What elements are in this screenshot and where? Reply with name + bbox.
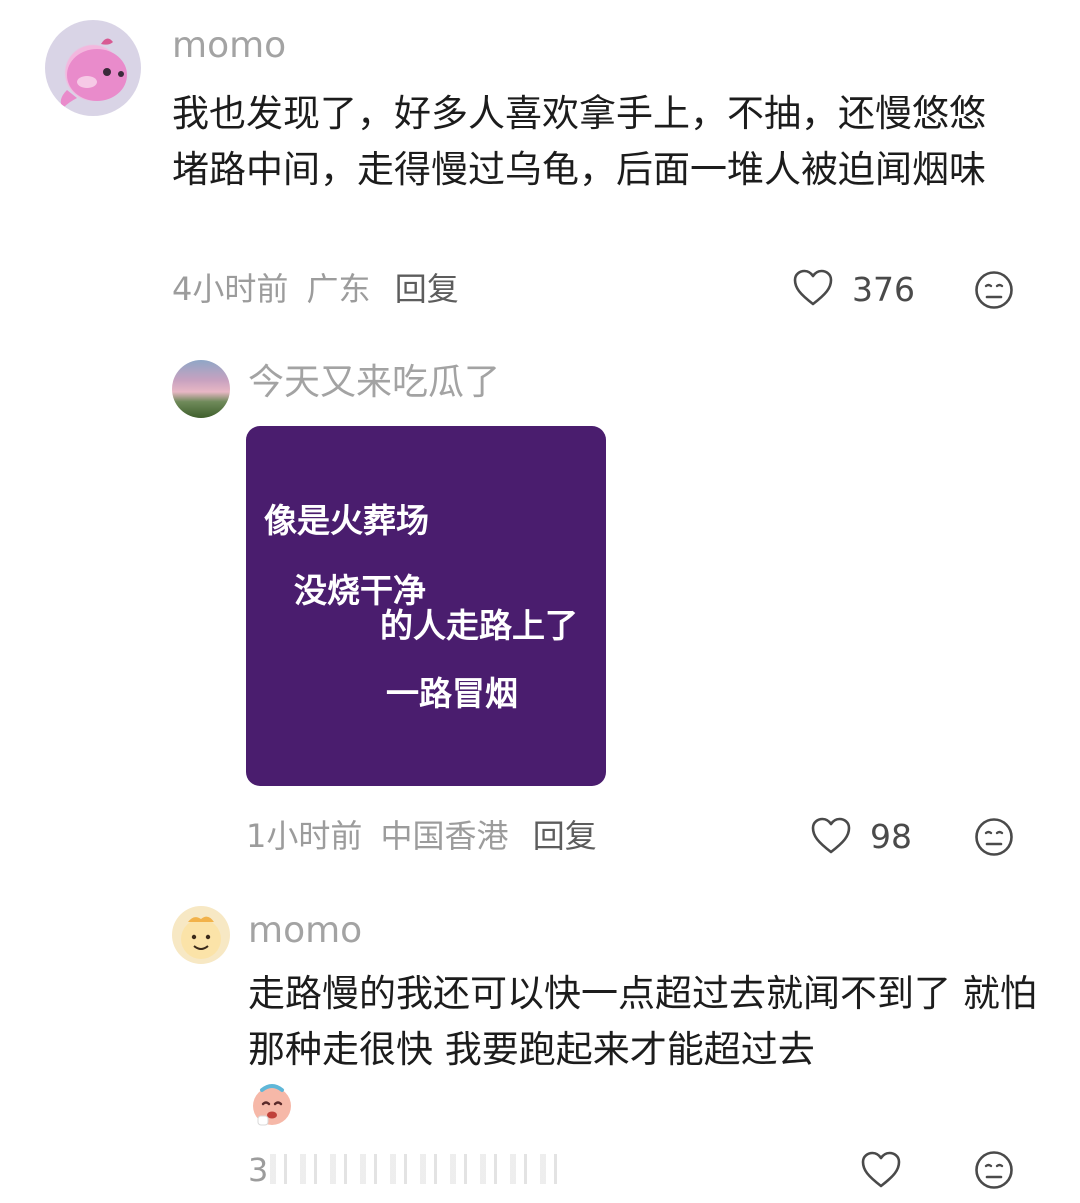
like-count: 376 bbox=[852, 270, 915, 309]
comment-meta: 1小时前 中国香港 回复 bbox=[246, 820, 597, 852]
comment-location: 中国香港 bbox=[380, 817, 509, 855]
crying-emoji-icon bbox=[248, 1080, 296, 1128]
image-text-line: 一路冒烟 bbox=[386, 674, 518, 713]
comment-username[interactable]: 今天又来吃瓜了 bbox=[248, 365, 500, 401]
image-text-line: 像是火葬场 bbox=[264, 501, 429, 540]
heart-outline-icon[interactable] bbox=[792, 268, 834, 308]
reply-button[interactable]: 回复 bbox=[395, 270, 459, 308]
avatar-whale-picture bbox=[60, 38, 127, 108]
blurred-meta bbox=[270, 1154, 560, 1184]
image-text-line: 的人走路上了 bbox=[380, 606, 578, 645]
comment-location: 广东 bbox=[306, 270, 371, 308]
like-count: 98 bbox=[870, 817, 912, 856]
comment-text: 走路慢的我还可以快一点超过去就闻不到了 就怕那种走很快 我要跑起来才能超过去 bbox=[248, 972, 1037, 1071]
comment-image[interactable]: 像是火葬场 没烧干净 的人走路上了 一路冒烟 bbox=[246, 426, 606, 786]
avatar[interactable] bbox=[172, 360, 230, 418]
comment-username[interactable]: momo bbox=[172, 28, 286, 64]
comment-time: 1小时前 bbox=[246, 817, 363, 855]
heart-outline-icon[interactable] bbox=[860, 1150, 902, 1190]
meh-face-icon[interactable] bbox=[974, 1150, 1014, 1190]
avatar[interactable] bbox=[45, 20, 141, 116]
comment-username[interactable]: momo bbox=[248, 913, 362, 949]
meh-face-icon[interactable] bbox=[974, 270, 1014, 310]
image-text-line: 没烧干净 bbox=[294, 571, 426, 610]
avatar[interactable] bbox=[172, 906, 230, 964]
meh-face-icon[interactable] bbox=[974, 817, 1014, 857]
comment-text: 我也发现了，好多人喜欢拿手上，不抽，还慢悠悠堵路中间，走得慢过乌龟，后面一堆人被… bbox=[172, 92, 986, 191]
comment-meta: 4小时前 广东 回复 bbox=[172, 273, 459, 305]
comment-time: 4小时前 bbox=[172, 270, 289, 308]
avatar-cartoon-picture bbox=[181, 916, 221, 959]
comment-meta-partial: 3 bbox=[248, 1151, 269, 1189]
reply-button[interactable]: 回复 bbox=[533, 817, 597, 855]
heart-outline-icon[interactable] bbox=[810, 816, 852, 856]
